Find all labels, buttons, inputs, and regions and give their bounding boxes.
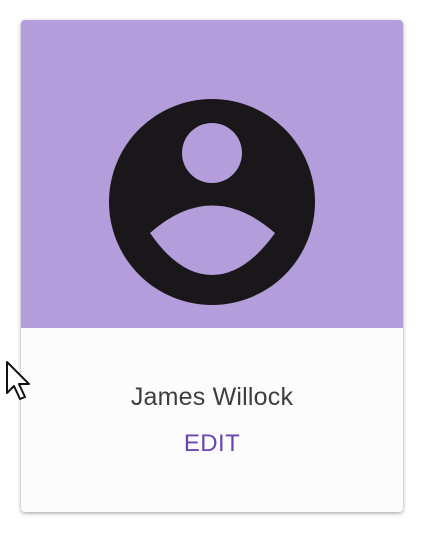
card-media bbox=[21, 20, 403, 328]
account-circle-icon bbox=[109, 99, 315, 305]
card-body: James Willock EDIT bbox=[21, 328, 403, 512]
arrow-cursor-icon bbox=[6, 361, 30, 400]
edit-button[interactable]: EDIT bbox=[162, 424, 262, 464]
person-name: James Willock bbox=[130, 383, 294, 411]
screen: James Willock EDIT bbox=[0, 0, 424, 536]
profile-card: James Willock EDIT bbox=[21, 20, 403, 512]
